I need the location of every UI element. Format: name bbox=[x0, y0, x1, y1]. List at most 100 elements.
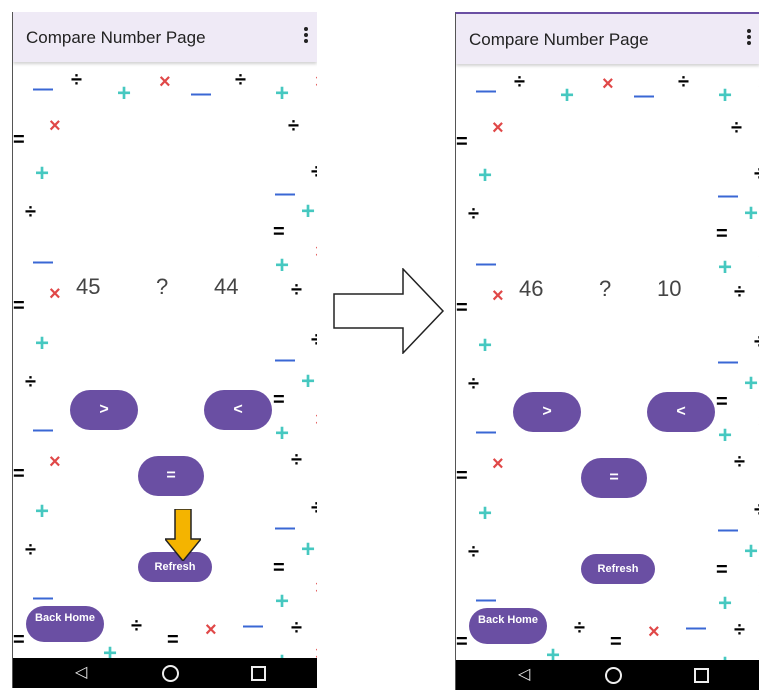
divide-symbol-icon: ÷ bbox=[468, 541, 479, 563]
page-title: Compare Number Page bbox=[26, 28, 206, 47]
divide-symbol-icon: ÷ bbox=[25, 201, 36, 223]
divide-symbol-icon: ÷ bbox=[311, 498, 317, 518]
divide-symbol-icon: ÷ bbox=[734, 281, 745, 303]
equals-symbol-icon: = bbox=[610, 631, 622, 653]
times-symbol-icon: × bbox=[602, 73, 614, 95]
greater-than-button[interactable]: > bbox=[513, 392, 581, 432]
divide-symbol-icon: ÷ bbox=[734, 619, 745, 641]
plus-symbol-icon: + bbox=[478, 332, 493, 359]
nav-recent-icon[interactable] bbox=[251, 666, 266, 681]
equals-symbol-icon: = bbox=[456, 297, 468, 319]
left-number: 45 bbox=[76, 274, 101, 299]
equals-symbol-icon: = bbox=[13, 129, 25, 151]
times-symbol-icon: × bbox=[315, 578, 317, 598]
divide-symbol-icon: ÷ bbox=[131, 615, 142, 637]
divide-symbol-icon: ÷ bbox=[468, 373, 479, 395]
divide-symbol-icon: ÷ bbox=[754, 164, 759, 184]
plus-symbol-icon: + bbox=[744, 538, 759, 565]
back-home-button[interactable]: Back Home bbox=[26, 606, 104, 642]
equal-button[interactable]: = bbox=[581, 458, 647, 498]
equals-symbol-icon: = bbox=[13, 463, 25, 485]
divide-symbol-icon: ÷ bbox=[468, 203, 479, 225]
plus-symbol-icon: + bbox=[275, 252, 290, 279]
minus-symbol-icon: — bbox=[275, 349, 295, 371]
plus-symbol-icon: + bbox=[744, 200, 759, 227]
plus-symbol-icon: + bbox=[35, 160, 50, 187]
plus-symbol-icon: + bbox=[301, 536, 316, 563]
minus-symbol-icon: — bbox=[33, 251, 53, 273]
plus-symbol-icon: + bbox=[301, 198, 316, 225]
minus-symbol-icon: — bbox=[718, 519, 738, 541]
times-symbol-icon: × bbox=[315, 72, 317, 92]
equals-symbol-icon: = bbox=[273, 389, 285, 411]
operator-placeholder: ? bbox=[599, 276, 612, 301]
plus-symbol-icon: + bbox=[560, 82, 575, 109]
page-title: Compare Number Page bbox=[469, 30, 649, 49]
equals-symbol-icon: = bbox=[167, 629, 179, 651]
equal-button[interactable]: = bbox=[138, 456, 204, 496]
nav-recent-icon[interactable] bbox=[694, 668, 709, 683]
right-arrow-icon bbox=[333, 268, 445, 354]
plus-symbol-icon: + bbox=[744, 370, 759, 397]
phone-screen-before: Compare Number Page —÷+×—÷+×=×÷+÷—÷+=×—+… bbox=[12, 12, 317, 688]
minus-symbol-icon: — bbox=[243, 615, 263, 637]
more-vert-icon[interactable] bbox=[303, 27, 309, 47]
times-symbol-icon: × bbox=[49, 451, 61, 473]
divide-symbol-icon: ÷ bbox=[678, 71, 689, 93]
minus-symbol-icon: — bbox=[275, 183, 295, 205]
times-symbol-icon: × bbox=[648, 621, 660, 643]
plus-symbol-icon: + bbox=[718, 254, 733, 281]
divide-symbol-icon: ÷ bbox=[754, 500, 759, 520]
more-vert-icon[interactable] bbox=[746, 29, 752, 49]
divide-symbol-icon: ÷ bbox=[288, 115, 299, 137]
divide-symbol-icon: ÷ bbox=[574, 617, 585, 639]
equals-symbol-icon: = bbox=[273, 221, 285, 243]
back-home-button[interactable]: Back Home bbox=[469, 608, 547, 644]
divide-symbol-icon: ÷ bbox=[514, 71, 525, 93]
minus-symbol-icon: — bbox=[33, 78, 53, 100]
down-arrow-icon bbox=[165, 509, 201, 561]
divide-symbol-icon: ÷ bbox=[291, 279, 302, 301]
less-than-button[interactable]: < bbox=[204, 390, 272, 430]
minus-symbol-icon: — bbox=[476, 80, 496, 102]
equals-symbol-icon: = bbox=[13, 295, 25, 317]
divide-symbol-icon: ÷ bbox=[291, 617, 302, 639]
minus-symbol-icon: — bbox=[275, 517, 295, 539]
plus-symbol-icon: + bbox=[718, 422, 733, 449]
back-home-label: Back Home bbox=[35, 612, 95, 624]
divide-symbol-icon: ÷ bbox=[311, 330, 317, 350]
minus-symbol-icon: — bbox=[191, 83, 211, 105]
plus-symbol-icon: + bbox=[275, 80, 290, 107]
minus-symbol-icon: — bbox=[718, 351, 738, 373]
less-than-button[interactable]: < bbox=[647, 392, 715, 432]
app-bar: Compare Number Page bbox=[13, 12, 317, 62]
plus-symbol-icon: + bbox=[301, 368, 316, 395]
equals-symbol-icon: = bbox=[716, 223, 728, 245]
times-symbol-icon: × bbox=[315, 410, 317, 430]
equals-symbol-icon: = bbox=[456, 131, 468, 153]
nav-home-icon[interactable] bbox=[605, 667, 622, 684]
left-number: 46 bbox=[519, 276, 544, 301]
right-number: 44 bbox=[214, 274, 239, 299]
app-bar: Compare Number Page bbox=[456, 14, 759, 64]
system-nav-bar: ◁ bbox=[456, 660, 759, 690]
minus-symbol-icon: — bbox=[476, 253, 496, 275]
divide-symbol-icon: ÷ bbox=[71, 69, 82, 91]
divide-symbol-icon: ÷ bbox=[734, 451, 745, 473]
nav-home-icon[interactable] bbox=[162, 665, 179, 682]
nav-back-icon[interactable]: ◁ bbox=[75, 665, 87, 681]
system-nav-bar: ◁ bbox=[13, 658, 317, 688]
greater-than-button[interactable]: > bbox=[70, 390, 138, 430]
times-symbol-icon: × bbox=[315, 242, 317, 262]
times-symbol-icon: × bbox=[492, 117, 504, 139]
plus-symbol-icon: + bbox=[478, 162, 493, 189]
times-symbol-icon: × bbox=[492, 285, 504, 307]
nav-back-icon[interactable]: ◁ bbox=[518, 667, 530, 683]
plus-symbol-icon: + bbox=[478, 500, 493, 527]
back-home-label: Back Home bbox=[478, 614, 538, 626]
equals-symbol-icon: = bbox=[716, 559, 728, 581]
equals-symbol-icon: = bbox=[456, 465, 468, 487]
operator-placeholder: ? bbox=[156, 274, 169, 299]
refresh-button[interactable]: Refresh bbox=[581, 554, 655, 584]
times-symbol-icon: × bbox=[205, 619, 217, 641]
